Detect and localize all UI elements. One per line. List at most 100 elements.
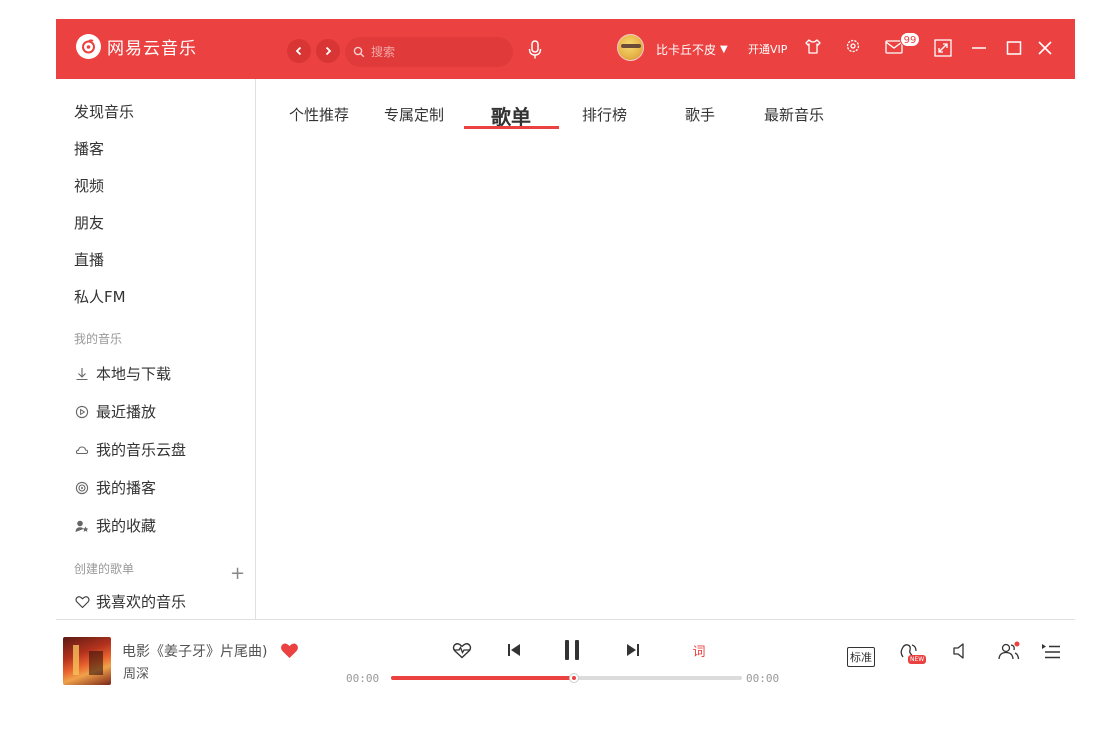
heartbeat-icon — [452, 642, 472, 658]
sidebar-item-label: 私人FM — [74, 288, 126, 306]
sidebar-item-label: 朋友 — [74, 214, 105, 232]
heart-filled-icon — [281, 643, 298, 658]
sidebar-item-label: 视频 — [74, 177, 105, 195]
sidebar-item-friends[interactable]: 朋友 — [74, 212, 104, 233]
progress-handle[interactable] — [568, 673, 579, 683]
tab-charts[interactable]: 排行榜 — [582, 104, 627, 125]
song-title[interactable]: 电影《姜子牙》片尾曲) — [122, 641, 267, 661]
tab-new-music[interactable]: 最新音乐 — [764, 104, 824, 125]
search-input[interactable] — [371, 40, 501, 64]
user-menu[interactable]: 比卡丘不皮 ▼ — [656, 41, 728, 58]
vip-button[interactable]: 开通VIP — [748, 41, 787, 57]
back-icon — [295, 46, 302, 56]
message-count-badge: 99 — [900, 32, 920, 47]
total-time: 00:00 — [746, 672, 780, 685]
sidebar-item-recent[interactable]: 最近播放 — [74, 401, 156, 422]
sidebar-item-local-download[interactable]: 本地与下载 — [74, 363, 171, 384]
progress-bar[interactable] — [391, 673, 742, 683]
download-icon — [74, 366, 90, 382]
settings-icon — [846, 39, 860, 53]
sidebar-item-live[interactable]: 直播 — [74, 249, 104, 270]
created-playlists-heading: 创建的歌单 — [74, 562, 135, 576]
sidebar-item-label: 最近播放 — [96, 403, 157, 421]
current-time: 00:00 — [346, 672, 380, 685]
heartbeat-mode-button[interactable] — [451, 640, 473, 660]
active-tab-indicator — [464, 126, 559, 129]
volume-icon — [953, 643, 964, 659]
sidebar-item-label: 直播 — [74, 251, 105, 269]
song-artist[interactable]: 周深 — [123, 663, 149, 682]
next-icon — [627, 644, 639, 656]
volume-button[interactable] — [950, 640, 972, 662]
minimize-icon — [972, 47, 986, 49]
discover-tabs — [256, 79, 1075, 139]
skin-button[interactable] — [804, 38, 822, 56]
settings-button[interactable] — [845, 38, 861, 54]
sidebar-item-discover[interactable]: 发现音乐 — [74, 101, 134, 122]
heart-outline-icon — [74, 594, 90, 610]
create-playlist-button[interactable]: + — [230, 563, 245, 584]
app-window: 网易云音乐 比卡丘不皮 ▼ 开通VIP — [56, 19, 1075, 699]
mini-mode-icon — [934, 39, 952, 57]
sidebar-item-personal-fm[interactable]: 私人FM — [74, 286, 126, 307]
sidebar-item-label: 发现音乐 — [74, 103, 135, 121]
sidebar-item-label: 我喜欢的音乐 — [96, 593, 187, 611]
quality-button[interactable]: 标准 — [847, 647, 875, 667]
sidebar-item-label: 我的音乐云盘 — [96, 441, 187, 459]
new-badge: NEW — [908, 655, 927, 664]
app-name: 网易云音乐 — [107, 39, 197, 59]
sidebar-item-collection[interactable]: 我的收藏 — [74, 515, 156, 536]
netease-logo-icon — [76, 34, 101, 59]
progress-fill — [391, 676, 574, 680]
minimize-button[interactable] — [971, 41, 987, 55]
recent-play-icon — [74, 404, 90, 420]
tab-customized[interactable]: 专属定制 — [384, 104, 444, 125]
voice-search-button[interactable] — [528, 40, 542, 64]
tab-artists[interactable]: 歌手 — [685, 104, 715, 125]
player-bar: 电影《姜子牙》片尾曲) 周深 词 00:00 00:00 标准 NEW — [56, 619, 1075, 699]
close-button[interactable] — [1037, 40, 1053, 56]
like-button[interactable] — [280, 642, 299, 663]
next-button[interactable] — [624, 641, 642, 659]
sidebar: 发现音乐 播客 视频 朋友 直播 私人FM 我的音乐 本地与下载 最近播放 我的… — [56, 79, 256, 619]
cloud-icon — [74, 442, 90, 458]
album-cover[interactable] — [63, 637, 111, 685]
my-music-heading: 我的音乐 — [74, 332, 123, 346]
forward-button[interactable] — [316, 39, 340, 63]
mic-icon — [528, 40, 542, 59]
mini-mode-button[interactable] — [934, 39, 952, 57]
sidebar-item-video[interactable]: 视频 — [74, 175, 104, 196]
maximize-button[interactable] — [1006, 41, 1022, 55]
previous-icon — [508, 644, 520, 656]
sidebar-item-label: 我的播客 — [96, 479, 157, 497]
sidebar-item-label: 播客 — [74, 140, 105, 158]
close-icon — [1038, 41, 1052, 55]
playlist-queue-icon — [1042, 644, 1060, 659]
sidebar-item-cloud[interactable]: 我的音乐云盘 — [74, 439, 186, 460]
caret-down-icon: ▼ — [720, 44, 728, 55]
back-button[interactable] — [287, 39, 311, 63]
search-box[interactable] — [345, 37, 513, 67]
skin-icon — [805, 39, 821, 54]
playlist-queue-button[interactable] — [1040, 642, 1062, 662]
sidebar-item-label: 我的收藏 — [96, 517, 157, 535]
search-icon — [353, 46, 365, 58]
forward-icon — [325, 46, 332, 56]
collection-icon — [74, 518, 90, 534]
title-bar: 网易云音乐 比卡丘不皮 ▼ 开通VIP — [56, 19, 1075, 79]
sidebar-item-liked-music[interactable]: 我喜欢的音乐 — [74, 591, 186, 612]
pause-button[interactable] — [559, 636, 585, 664]
podcast-icon — [74, 480, 90, 496]
app-logo[interactable]: 网易云音乐 — [76, 34, 197, 59]
username-label: 比卡丘不皮 — [656, 43, 717, 57]
lyrics-button[interactable]: 词 — [689, 640, 709, 660]
listen-together-icon — [998, 641, 1020, 660]
sidebar-item-podcast[interactable]: 播客 — [74, 138, 104, 159]
previous-button[interactable] — [505, 641, 523, 659]
sidebar-item-label: 本地与下载 — [96, 365, 172, 383]
listen-together-button[interactable] — [996, 640, 1022, 662]
tab-recommend[interactable]: 个性推荐 — [289, 104, 349, 125]
pause-icon — [565, 640, 579, 660]
sidebar-item-my-podcast[interactable]: 我的播客 — [74, 477, 156, 498]
avatar[interactable] — [617, 34, 644, 61]
